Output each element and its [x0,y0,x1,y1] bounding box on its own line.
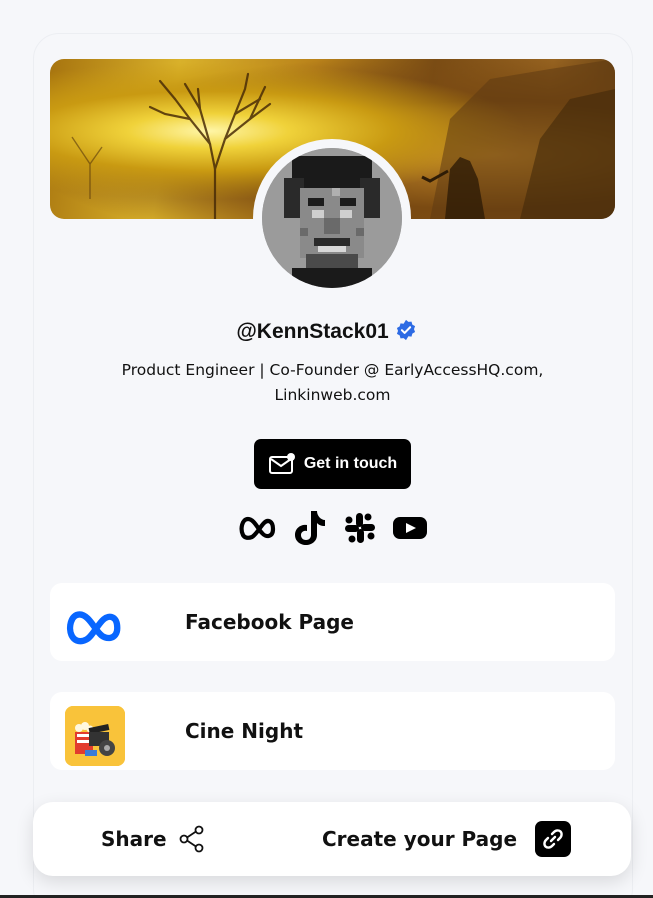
bottom-action-bar: Share Create your Page [33,802,631,876]
profile-bio: Product Engineer | Co-Founder @ EarlyAcc… [121,361,544,404]
verified-badge-icon [395,319,417,345]
profile-page: @KennStack01 Product Engineer | Co-Found… [0,0,653,898]
link-label-cine-night: Cine Night [185,719,304,743]
avatar [262,148,402,288]
share-icon [179,825,205,853]
link-card-facebook-page[interactable]: Facebook Page [50,583,615,661]
youtube-icon[interactable] [392,515,428,541]
get-in-touch-label: Get in touch [303,455,398,472]
get-in-touch-button[interactable]: Get in touch [254,439,411,489]
link-card-cine-night[interactable]: Cine Night [50,692,615,770]
share-button[interactable]: Share [101,802,205,876]
cinema-thumbnail [65,706,125,766]
meta-logo-icon [65,597,125,657]
social-icons [238,508,428,548]
link-chain-icon [535,821,572,857]
slack-icon[interactable] [343,511,377,545]
create-your-page-button[interactable]: Create your Page [322,802,572,876]
tiktok-icon[interactable] [293,509,327,547]
link-label-facebook-page: Facebook Page [185,610,354,634]
create-page-label: Create your Page [322,827,518,851]
meta-icon[interactable] [238,513,278,543]
share-label: Share [101,827,167,851]
handle-row: @KennStack01 [0,316,653,348]
mail-icon [268,452,296,476]
profile-handle: @KennStack01 [236,320,389,343]
